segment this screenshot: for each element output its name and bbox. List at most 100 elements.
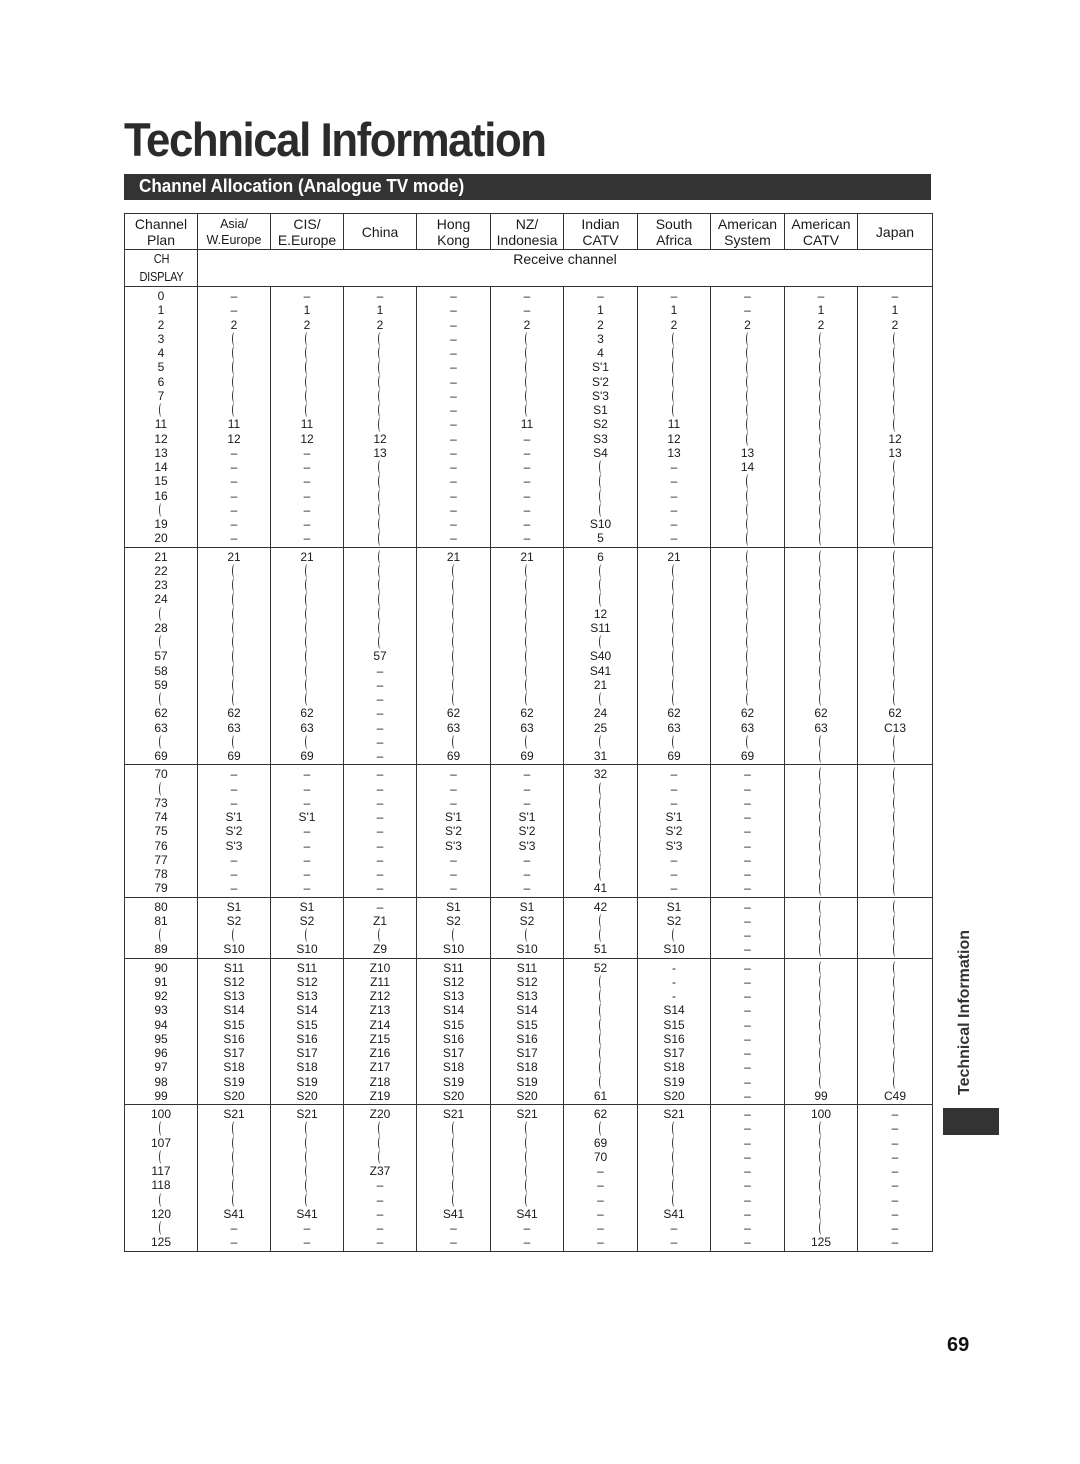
range-continuation-wave: [711, 549, 784, 565]
receive-channel-column: – – – – – – – – –: [343, 764, 417, 898]
range-continuation-wave: [638, 1149, 710, 1165]
range-continuation-wave: [564, 635, 637, 650]
channel-cell: 69: [154, 749, 168, 763]
wave-line-icon: [891, 1074, 899, 1090]
range-continuation-wave: [785, 942, 857, 957]
channel-cell: –: [744, 767, 751, 782]
wave-line-icon: [891, 346, 899, 361]
channel-cell: 5: [597, 531, 604, 546]
wave-line-icon: [230, 403, 238, 418]
channel-cell: 21: [154, 549, 168, 564]
wave-line-icon: [670, 563, 678, 579]
channel-cell: S1: [446, 899, 461, 914]
wave-line-icon: [523, 635, 531, 650]
receive-channel-column: S11 S12 S13 S14 S15 S16 S17 S18 S19 S20: [197, 958, 271, 1105]
wave-line-icon: [376, 549, 384, 565]
receive-channel-column: [784, 897, 858, 959]
wave-line-icon: [743, 677, 752, 693]
range-continuation-wave: [198, 692, 270, 707]
channel-cell: 2: [303, 317, 311, 332]
range-continuation-wave: [564, 1060, 637, 1075]
wave-line-icon: [743, 620, 752, 636]
wave-line-icon: [376, 331, 384, 347]
channel-cell: C13: [883, 720, 906, 735]
channel-cell: –: [303, 1221, 311, 1235]
range-continuation-wave: [858, 749, 932, 764]
wave-line-icon: [817, 388, 825, 404]
range-continuation-wave: [417, 1164, 490, 1179]
wave-line-icon: [817, 1135, 825, 1151]
channel-cell: S'2: [665, 824, 683, 839]
wave-line-icon: [670, 606, 678, 622]
receive-channel-column: [784, 764, 858, 898]
column-header-line2: Kong: [437, 231, 470, 248]
range-continuation-wave: [564, 1046, 637, 1061]
receive-channel-column: – Z1 Z9: [343, 897, 417, 959]
channel-cell: –: [450, 474, 457, 489]
wave-line-icon: [596, 1031, 605, 1047]
channel-cell: –: [376, 781, 384, 796]
wave-line-icon: [376, 928, 384, 943]
channel-cell: –: [376, 706, 384, 721]
range-continuation-wave: [858, 592, 932, 607]
column-header: American System: [710, 213, 785, 250]
wave-line-icon: [303, 620, 311, 636]
receive-channel-column: – – – – – – – – – –: [710, 958, 785, 1105]
channel-cell: –: [744, 824, 751, 839]
channel-cell: –: [670, 502, 678, 517]
channel-cell: S41: [516, 1206, 538, 1221]
wave-line-icon: [891, 838, 899, 854]
range-continuation-wave: [491, 563, 563, 579]
channel-cell: –: [450, 445, 457, 460]
channel-cell: –: [523, 767, 531, 782]
wave-line-icon: [596, 1121, 605, 1136]
range-continuation-wave: [564, 838, 637, 854]
wave-line-icon: [891, 810, 899, 825]
wave-line-icon: [891, 1060, 899, 1075]
wave-line-icon: [891, 1003, 899, 1018]
channel-cell: –: [450, 881, 457, 896]
channel-cell: –: [744, 989, 751, 1003]
channel-allocation-table: Channel Plan Asia/W.Europe CIS/E.Europe Chin…: [124, 213, 933, 1252]
wave-line-icon: [817, 606, 825, 622]
receive-channel-column: – –2 11– – – – – – – –: [490, 286, 564, 548]
channel-cell: 69: [227, 749, 241, 763]
channel-cell: 6: [157, 374, 165, 389]
range-continuation-wave: [271, 606, 343, 622]
ch-display-column: 21 22 23 24 28 57 58 59 62 63 69: [124, 547, 198, 766]
wave-line-icon: [817, 749, 825, 764]
channel-cell: 59: [154, 677, 168, 692]
wave-line-icon: [230, 331, 238, 347]
range-continuation-wave: [785, 838, 857, 854]
wave-line-icon: [891, 1031, 899, 1047]
wave-line-icon: [817, 1074, 825, 1090]
channel-cell: 1: [157, 303, 165, 318]
wave-line-icon: [817, 620, 825, 636]
wave-line-icon: [596, 852, 605, 868]
column-header-line1: Indian: [581, 215, 620, 232]
wave-line-icon: [743, 360, 752, 375]
range-continuation-wave: [198, 346, 270, 361]
channel-cell: 69: [520, 749, 534, 763]
wave-line-icon: [670, 692, 678, 707]
wave-line-icon: [230, 360, 238, 375]
channel-cell: Z13: [369, 1003, 391, 1018]
wave-line-icon: [303, 360, 311, 375]
channel-cell: –: [744, 974, 751, 989]
channel-cell: S18: [296, 1060, 318, 1075]
channel-cell: 63: [227, 720, 241, 735]
wave-line-icon: [817, 974, 825, 990]
wave-line-icon: [157, 403, 165, 418]
range-continuation-wave: [198, 663, 270, 679]
wave-line-icon: [817, 781, 825, 797]
receive-channel-column: – – – S'1 S'2 S'3– – –: [416, 764, 491, 898]
wave-line-icon: [596, 989, 605, 1004]
channel-cell: S'2: [518, 824, 536, 839]
channel-cell: 13: [667, 445, 681, 460]
channel-cell: 70: [593, 1149, 608, 1164]
range-continuation-wave: [638, 1178, 710, 1193]
wave-line-icon: [523, 1164, 531, 1179]
channel-cell: –: [376, 749, 384, 763]
channel-cell: 99: [814, 1088, 828, 1103]
wave-line-icon: [303, 592, 311, 607]
